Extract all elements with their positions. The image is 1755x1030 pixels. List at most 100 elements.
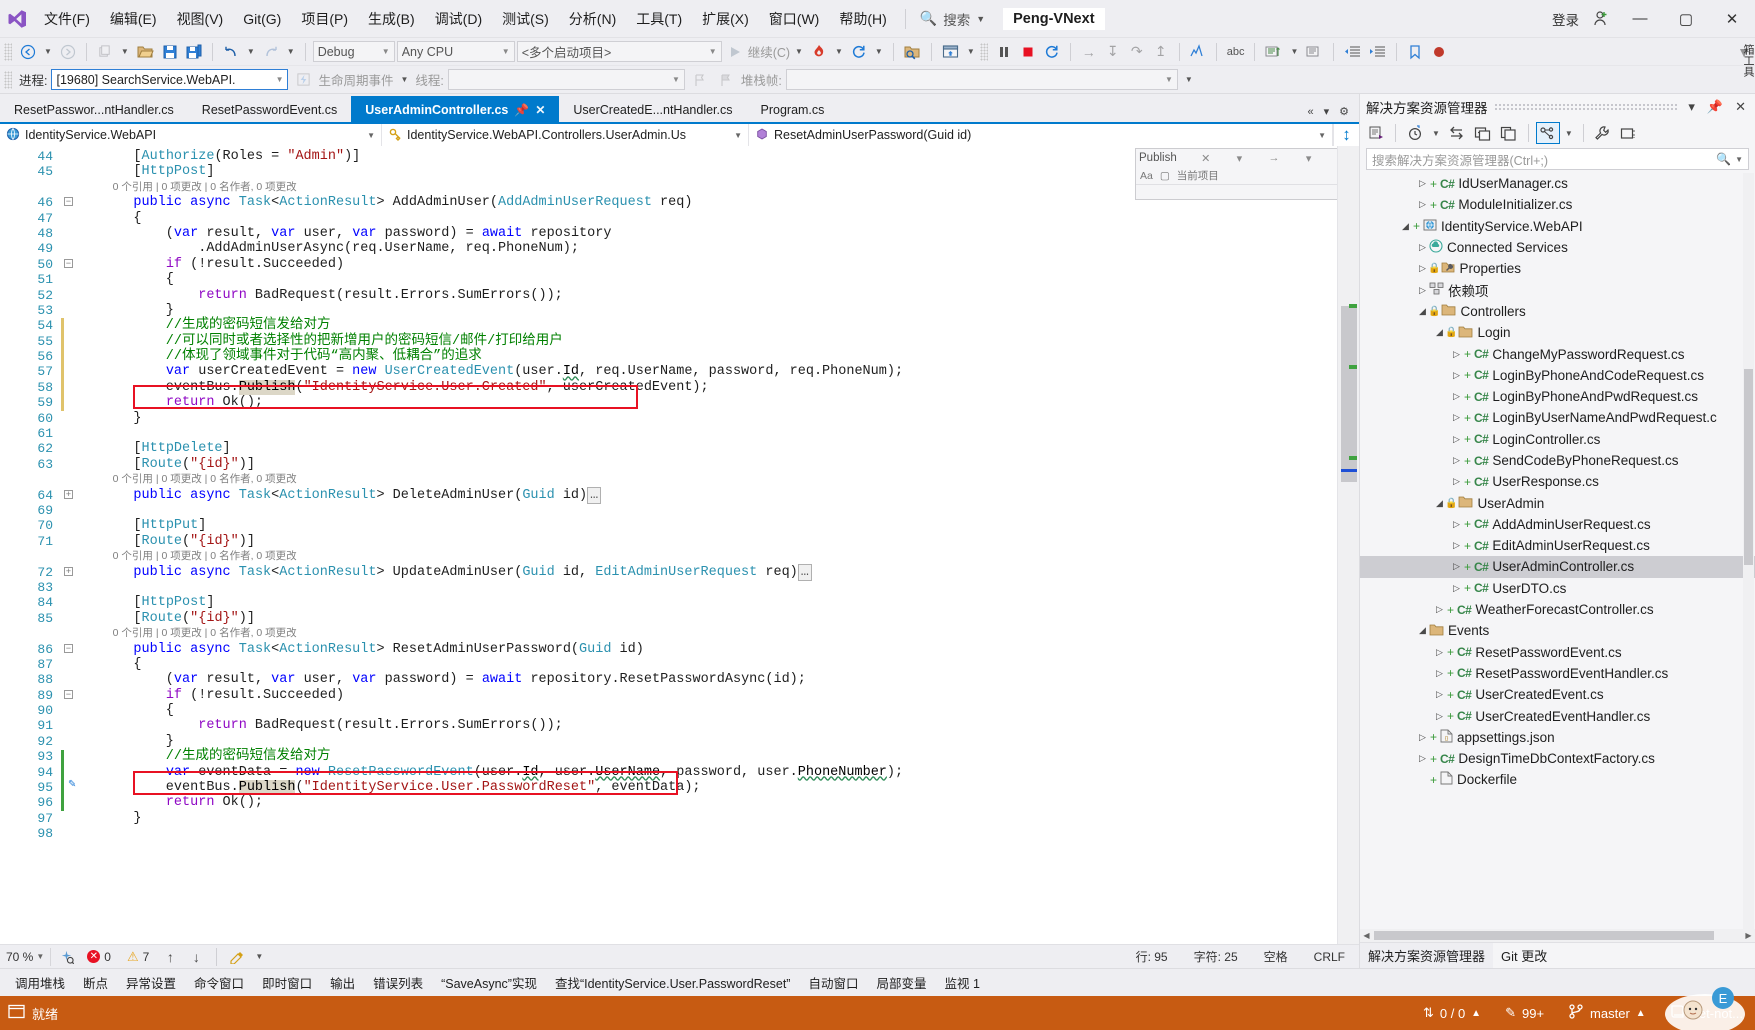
tree-item-resetpasswordevent-cs[interactable]: ▷ + C# ResetPasswordEvent.cs (1360, 642, 1755, 663)
line-ending-label[interactable]: CRLF (1314, 950, 1345, 964)
scroll-tabs-left-icon[interactable]: « (1303, 104, 1317, 120)
code-line[interactable]: 55 //可以同时或者选择性的把新增用户的密码短信/邮件/打印给用户 (0, 334, 1337, 349)
tree-item-useradmincontroller-cs[interactable]: ▷ + C# UserAdminController.cs (1360, 556, 1755, 578)
code-line[interactable]: 62 [HttpDelete] (0, 441, 1337, 456)
code-lens-line[interactable]: 0 个引用 | 0 项更改 | 0 名作者, 0 项更改 (0, 549, 1337, 564)
expand-outline-icon[interactable]: + (62, 565, 75, 580)
code-line[interactable]: 47 { (0, 211, 1337, 226)
restart-icon[interactable] (848, 41, 870, 63)
tree-item-idusermanager-cs[interactable]: ▷ + C# IdUserManager.cs (1360, 173, 1755, 194)
window-layout-icon[interactable] (939, 41, 962, 63)
menu-help[interactable]: 帮助(H) (829, 0, 896, 38)
quick-actions-icon[interactable] (226, 946, 248, 968)
menu-file[interactable]: 文件(F) (34, 0, 100, 38)
navbar-class-dropdown[interactable]: IdentityService.WebAPI.Controllers.UserA… (382, 124, 749, 146)
tab-useradmincontroller[interactable]: UserAdminController.cs 📌 ✕ (351, 96, 560, 122)
tab-program[interactable]: Program.cs (746, 96, 839, 122)
pin-icon[interactable]: 📌 (1704, 99, 1726, 115)
tab-output[interactable]: 输出 (321, 969, 364, 997)
continue-chevron-down-icon[interactable]: ▼ (792, 41, 806, 63)
code-line[interactable]: 84 [HttpPost] (0, 595, 1337, 610)
window-layout-chevron-down-icon[interactable]: ▼ (964, 41, 978, 63)
debug-location-grip[interactable] (4, 70, 12, 89)
code-line[interactable]: 94 var eventData = new ResetPasswordEven… (0, 765, 1337, 780)
dependency-graph-chevron-down-icon[interactable]: ▼ (1562, 122, 1576, 144)
active-files-dropdown-icon[interactable]: ▾ (1320, 103, 1334, 120)
collapse-outline-icon[interactable]: − (62, 642, 75, 657)
code-line[interactable]: 53 } (0, 303, 1337, 318)
collapsed-triangle-icon[interactable]: ▷ (1434, 711, 1445, 722)
expanded-triangle-icon[interactable]: ◢ (1417, 625, 1428, 636)
tab-immediate-window[interactable]: 即时窗口 (253, 969, 321, 997)
collapse-outline-icon[interactable]: − (62, 688, 75, 703)
tab-git-changes[interactable]: Git 更改 (1493, 943, 1555, 969)
collapsed-triangle-icon[interactable]: ▷ (1417, 199, 1428, 210)
restart-chevron-down-icon[interactable]: ▼ (872, 41, 886, 63)
tab-call-stack[interactable]: 调用堆栈 (6, 969, 74, 997)
status-git-branch[interactable]: master ▲ (1556, 996, 1658, 1030)
tab-watch-1[interactable]: 监视 1 (936, 969, 989, 997)
solution-platform-combo[interactable]: Any CPU ▼ (396, 41, 515, 62)
tab-solution-explorer[interactable]: 解决方案资源管理器 (1360, 942, 1494, 969)
menu-extensions[interactable]: 扩展(X) (692, 0, 759, 38)
match-word-icon[interactable]: ▢ (1160, 170, 1170, 182)
collapsed-triangle-icon[interactable]: ▷ (1451, 561, 1462, 572)
publish-scope-label[interactable]: 当前项目 (1177, 168, 1219, 183)
close-button[interactable]: ✕ (1709, 0, 1755, 38)
status-source-control-updown[interactable]: ⇅ 0 / 0 ▲ (1411, 996, 1493, 1030)
menu-tools[interactable]: 工具(T) (626, 0, 692, 38)
code-line[interactable]: 49 .AddAdminUserAsync(req.UserName, req.… (0, 241, 1337, 256)
editor-vertical-scrollbar[interactable] (1337, 146, 1359, 944)
diagnostic-tools-icon[interactable] (1187, 41, 1209, 63)
scroll-right-icon[interactable]: ▶ (1742, 931, 1755, 940)
menu-analyze[interactable]: 分析(N) (559, 0, 626, 38)
tree-item-sendcodebyphonerequest-cs[interactable]: ▷ + C# SendCodeByPhoneRequest.cs (1360, 450, 1755, 471)
status-notifications[interactable]: ✎ 99+ (1493, 996, 1556, 1030)
tab-resetpasswordeventhandler[interactable]: ResetPasswor...ntHandler.cs (0, 96, 188, 122)
code-text[interactable]: 44 [Authorize(Roles = "Admin")] 45 [HttpP… (0, 146, 1337, 944)
start-debug-play-icon[interactable] (724, 41, 746, 63)
code-line[interactable]: 91 return BadRequest(result.Errors.SumEr… (0, 718, 1337, 733)
expanded-triangle-icon[interactable]: ◢ (1400, 221, 1411, 232)
code-line[interactable]: 93 //生成的密码短信发给对方 (0, 749, 1337, 764)
expanded-triangle-icon[interactable]: ◢ (1434, 327, 1445, 338)
uncomment-selection-icon[interactable] (1303, 41, 1326, 63)
debug-toolbar-grip[interactable] (979, 42, 988, 61)
tree-item-controllers[interactable]: ◢ 🔒 Controllers (1360, 301, 1755, 322)
code-line[interactable]: 57 var userCreatedEvent = new UserCreate… (0, 364, 1337, 379)
code-line[interactable]: 69 (0, 503, 1337, 518)
tree-item-loginbyphoneandpwdrequest-cs[interactable]: ▷ + C# LoginByPhoneAndPwdRequest.cs (1360, 386, 1755, 407)
tab-options-gear-icon[interactable]: ⚙ (1335, 103, 1353, 120)
tree-vertical-scrollbar[interactable] (1743, 173, 1754, 929)
code-line[interactable]: 90 { (0, 703, 1337, 718)
navigate-forward-button[interactable] (57, 41, 79, 63)
tree-item-moduleinitializer-cs[interactable]: ▷ + C# ModuleInitializer.cs (1360, 194, 1755, 215)
collapsed-triangle-icon[interactable]: ▷ (1451, 583, 1462, 594)
menu-git[interactable]: Git(G) (233, 0, 291, 38)
tab-saveasync-implementations[interactable]: “SaveAsync”实现 (432, 969, 546, 997)
properties-wrench-icon[interactable] (1591, 122, 1615, 144)
code-line[interactable]: 63 [Route("{id}")] (0, 457, 1337, 472)
restart-debugging-icon[interactable] (1041, 41, 1063, 63)
process-combo[interactable]: [19680] SearchService.WebAPI. ▼ (51, 69, 289, 90)
collapsed-triangle-icon[interactable]: ▷ (1434, 647, 1445, 658)
menu-edit[interactable]: 编辑(E) (100, 0, 167, 38)
chevron-down-icon[interactable]: ▼ (1731, 155, 1743, 164)
code-line[interactable]: 92 } (0, 734, 1337, 749)
tree-item-login[interactable]: ◢ 🔒 Login (1360, 322, 1755, 343)
solution-tree[interactable]: ▷ + C# IdUserManager.cs ▷ + C# ModuleInitialize… (1360, 173, 1755, 929)
tab-locals[interactable]: 局部变量 (867, 969, 935, 997)
tab-usercreatedeventhandler[interactable]: UserCreatedE...ntHandler.cs (559, 96, 747, 122)
quick-actions-chevron-down-icon[interactable]: ▼ (252, 946, 266, 968)
code-lens-line[interactable]: 0 个引用 | 0 项更改 | 0 名作者, 0 项更改 (0, 626, 1337, 641)
tree-item-changemypasswordrequest-cs[interactable]: ▷ + C# ChangeMyPasswordRequest.cs (1360, 343, 1755, 364)
pin-icon[interactable]: 📌 (514, 103, 529, 117)
collapsed-triangle-icon[interactable]: ▷ (1451, 370, 1462, 381)
panel-dropdown-icon[interactable]: ▾ (1685, 99, 1698, 115)
close-icon[interactable]: ✕ (1199, 152, 1212, 165)
decrease-indent-icon[interactable] (1341, 41, 1364, 63)
tree-item-designtimedbcontextfactory-cs[interactable]: ▷ + C# DesignTimeDbContextFactory.cs (1360, 748, 1755, 769)
code-line[interactable]: 85 [Route("{id}")] (0, 611, 1337, 626)
dropdown-icon[interactable]: ▾ (1304, 152, 1314, 165)
toggle-bookmark-icon[interactable] (1404, 41, 1426, 63)
